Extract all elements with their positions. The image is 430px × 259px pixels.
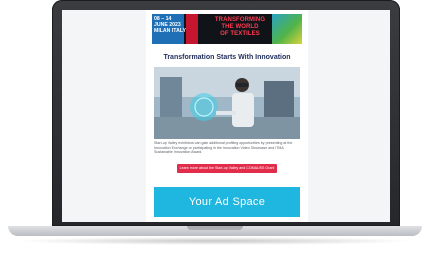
hero-photo-illustration	[154, 67, 300, 139]
laptop-shadow	[14, 237, 416, 245]
laptop-notch	[187, 226, 243, 230]
banner-graphic	[272, 14, 302, 44]
tagline-line: THE WORLD	[221, 24, 259, 30]
event-banner[interactable]: 08 – 14 JUNE 2023 MILAN ITALY TRANSFORMI…	[152, 14, 302, 44]
location: MILAN ITALY	[154, 28, 186, 34]
tagline-line: OF TEXTILES	[220, 31, 260, 37]
laptop-screen: 08 – 14 JUNE 2023 MILAN ITALY TRANSFORMI…	[62, 10, 390, 222]
banner-dates: 08 – 14 JUNE 2023 MILAN ITALY	[154, 16, 186, 34]
learn-more-button[interactable]: Learn more about the Start-up Valley and…	[177, 164, 277, 173]
email-newsletter: 08 – 14 JUNE 2023 MILAN ITALY TRANSFORMI…	[146, 10, 308, 222]
banner-tagline: TRANSFORMING THE WORLD OF TEXTILES	[210, 17, 270, 38]
email-headline: Transformation Starts With Innovation	[163, 54, 291, 61]
hero-photo	[154, 67, 300, 139]
ad-space-banner[interactable]: Your Ad Space	[154, 187, 300, 217]
tagline-line: TRANSFORMING	[214, 17, 266, 23]
email-body-text: Start-up Valley exhibitors can gain addi…	[154, 141, 293, 155]
